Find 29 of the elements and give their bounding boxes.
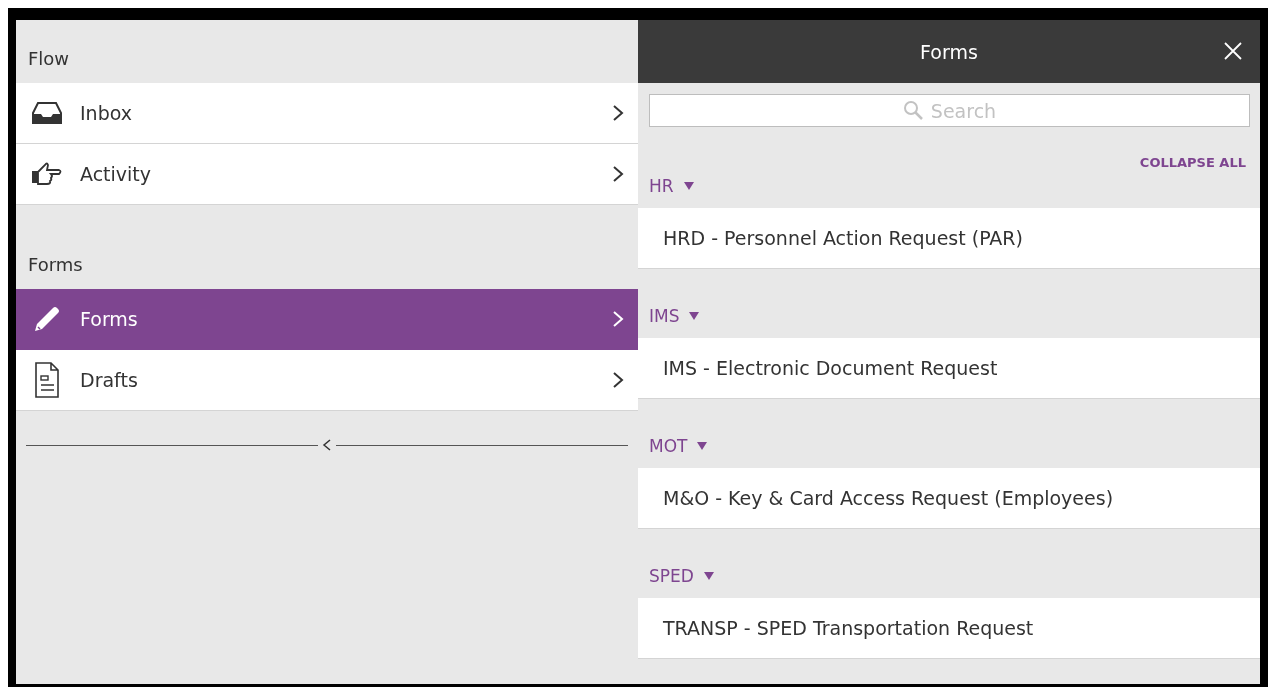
- group-heading[interactable]: HR: [649, 176, 674, 196]
- group-heading[interactable]: MOT: [649, 436, 688, 456]
- chevron-right-icon: [612, 310, 624, 328]
- chevron-right-icon: [612, 104, 624, 122]
- section-heading: Forms: [27, 253, 84, 277]
- section-heading: Flow: [27, 47, 71, 71]
- sidebar-item[interactable]: Drafts: [16, 350, 638, 411]
- sidebar-item[interactable]: Inbox: [16, 83, 638, 144]
- search-field[interactable]: Search: [649, 94, 1250, 127]
- collapse-sidebar-icon[interactable]: [322, 439, 332, 451]
- sidebar-item[interactable]: Activity: [16, 144, 638, 205]
- triangle-down-icon[interactable]: [689, 312, 700, 320]
- group-heading[interactable]: IMS: [649, 306, 680, 326]
- chevron-right-icon: [612, 165, 624, 183]
- collapse-all-link[interactable]: COLLAPSE ALL: [1139, 155, 1246, 170]
- form-item[interactable]: IMS - Electronic Document Request: [638, 338, 1260, 399]
- pointing-hand-icon: [30, 161, 64, 187]
- triangle-down-icon[interactable]: [697, 442, 708, 450]
- chevron-right-icon: [612, 371, 624, 389]
- panel-title: Forms: [920, 40, 978, 63]
- inbox-tray-icon: [30, 101, 64, 125]
- close-icon[interactable]: [1224, 42, 1242, 60]
- form-item[interactable]: HRD - Personnel Action Request (PAR): [638, 208, 1260, 269]
- form-item[interactable]: M&O - Key & Card Access Request (Employees): [638, 468, 1260, 529]
- form-item[interactable]: TRANSP - SPED Transportation Request: [638, 598, 1260, 659]
- triangle-down-icon[interactable]: [683, 182, 694, 190]
- triangle-down-icon[interactable]: [703, 572, 714, 580]
- sidebar-item[interactable]: Forms: [16, 289, 638, 350]
- group-heading[interactable]: SPED: [649, 566, 694, 586]
